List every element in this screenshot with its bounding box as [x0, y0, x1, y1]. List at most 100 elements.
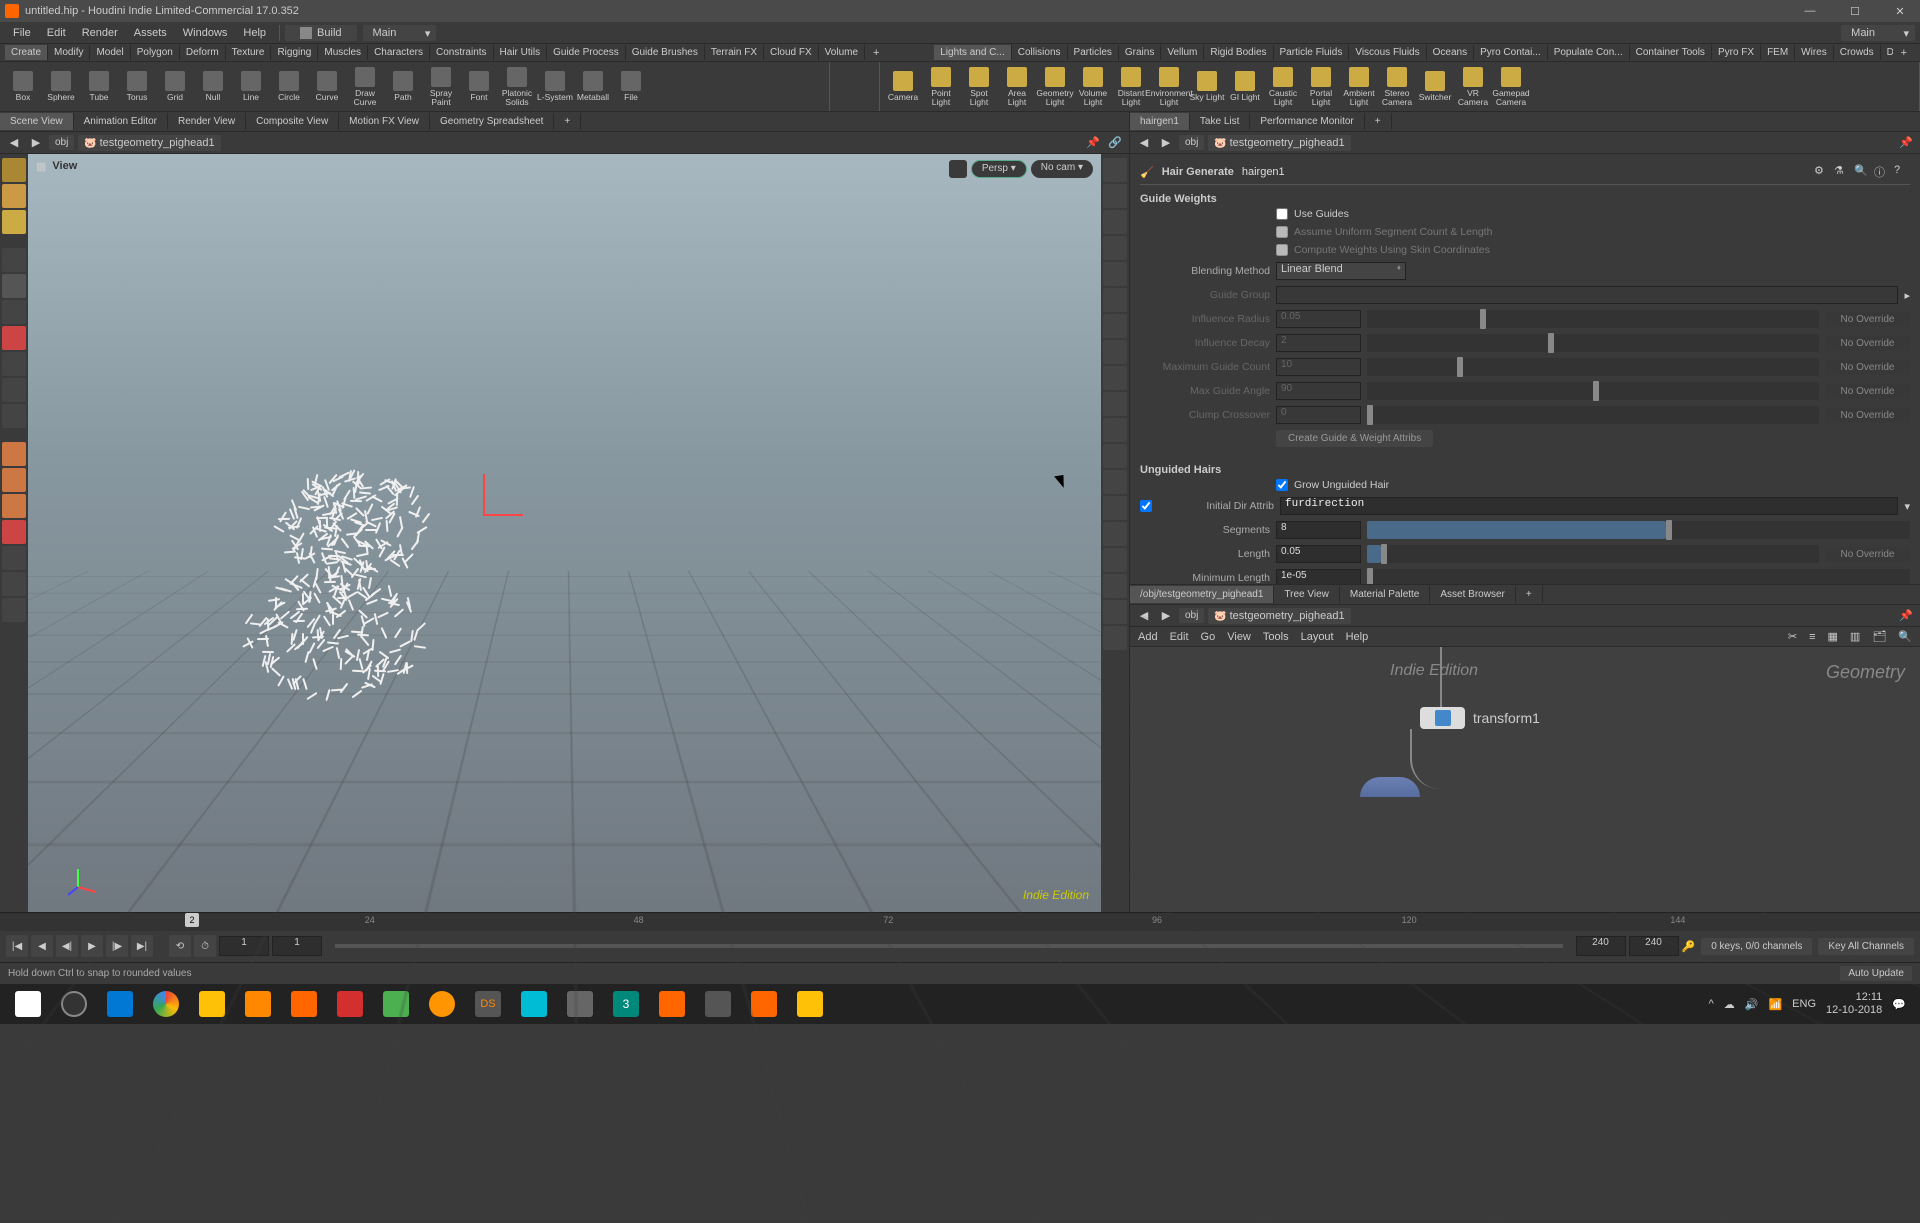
- net-tool-4[interactable]: ▥: [1850, 630, 1860, 643]
- node-body[interactable]: [1420, 707, 1465, 729]
- net-menu-layout[interactable]: Layout: [1301, 631, 1334, 643]
- shelf-tab[interactable]: Create: [5, 45, 48, 60]
- shelf-tab[interactable]: FEM: [1761, 45, 1795, 60]
- shelf-tool[interactable]: Torus: [118, 64, 156, 110]
- filter-icon[interactable]: ⚗: [1834, 164, 1850, 180]
- grow-checkbox[interactable]: [1276, 479, 1288, 491]
- close-button[interactable]: ✕: [1885, 2, 1915, 20]
- shelf-tab[interactable]: Wires: [1795, 45, 1834, 60]
- disp-15[interactable]: [1103, 522, 1127, 546]
- disp-2[interactable]: [1103, 184, 1127, 208]
- shelf-tool[interactable]: Camera: [884, 64, 922, 110]
- shelf-tool[interactable]: GI Light: [1226, 64, 1264, 110]
- network-canvas[interactable]: Indie Edition Geometry transform1: [1130, 647, 1920, 912]
- shelf-tool[interactable]: Circle: [270, 64, 308, 110]
- shelf-tool[interactable]: Spray Paint: [422, 64, 460, 110]
- shelf-tab[interactable]: Volume: [819, 45, 865, 60]
- search-icon[interactable]: 🔍: [1854, 164, 1870, 180]
- shelf-tab[interactable]: Drive Simula...: [1881, 45, 1893, 60]
- param-path-obj[interactable]: obj: [1179, 135, 1204, 150]
- disp-11[interactable]: [1103, 418, 1127, 442]
- disp-4[interactable]: [1103, 236, 1127, 260]
- disp-7[interactable]: [1103, 314, 1127, 338]
- shelf-add-left[interactable]: +: [865, 45, 887, 61]
- main-dropdown-right[interactable]: Main: [1841, 25, 1915, 41]
- tool-3[interactable]: [2, 210, 26, 234]
- shelf-tool[interactable]: L-System: [536, 64, 574, 110]
- pin-icon[interactable]: 📌: [1084, 134, 1102, 152]
- shelf-tool[interactable]: Tube: [80, 64, 118, 110]
- shelf-tool[interactable]: Line: [232, 64, 270, 110]
- segments-input[interactable]: 8: [1276, 521, 1361, 539]
- min-length-slider[interactable]: [1367, 569, 1910, 584]
- menu-edit[interactable]: Edit: [39, 25, 74, 41]
- param-nav-back[interactable]: ◀: [1135, 134, 1153, 152]
- shelf-tab[interactable]: Grains: [1119, 45, 1161, 60]
- shelf-tab[interactable]: Pyro FX: [1712, 45, 1761, 60]
- tab-anim-editor[interactable]: Animation Editor: [74, 113, 168, 130]
- arrow-tool[interactable]: [2, 248, 26, 272]
- net-menu-help[interactable]: Help: [1346, 631, 1369, 643]
- shelf-tab[interactable]: Rigid Bodies: [1204, 45, 1273, 60]
- shelf-tab[interactable]: Rigging: [271, 45, 318, 60]
- tab-perfmon[interactable]: Performance Monitor: [1250, 113, 1364, 130]
- shelf-tab[interactable]: Container Tools: [1630, 45, 1712, 60]
- shelf-tab[interactable]: Particle Fluids: [1274, 45, 1350, 60]
- disp-9[interactable]: [1103, 366, 1127, 390]
- shelf-tool[interactable]: Environment Light: [1150, 64, 1188, 110]
- initial-dir-picker[interactable]: ▾: [1904, 500, 1910, 513]
- shelf-tool[interactable]: Font: [460, 64, 498, 110]
- path-node[interactable]: 🐷 testgeometry_pighead1: [78, 135, 220, 151]
- help-icon[interactable]: ?: [1894, 164, 1910, 180]
- shelf-tool[interactable]: Grid: [156, 64, 194, 110]
- param-pin[interactable]: 📌: [1897, 134, 1915, 152]
- maximize-button[interactable]: ☐: [1840, 2, 1870, 20]
- net-menu-tools[interactable]: Tools: [1263, 631, 1289, 643]
- tab-hairgen[interactable]: hairgen1: [1130, 113, 1190, 130]
- shelf-tab[interactable]: Collisions: [1012, 45, 1068, 60]
- frame-marker[interactable]: 2: [185, 913, 199, 927]
- network-node-transform1[interactable]: transform1: [1420, 707, 1540, 729]
- shelf-tab[interactable]: Guide Brushes: [626, 45, 705, 60]
- shelf-tool[interactable]: Ambient Light: [1340, 64, 1378, 110]
- shelf-tool[interactable]: Switcher: [1416, 64, 1454, 110]
- segments-slider[interactable]: [1367, 521, 1910, 539]
- net-tab-material[interactable]: Material Palette: [1340, 586, 1430, 603]
- shelf-tool[interactable]: Curve: [308, 64, 346, 110]
- disp-14[interactable]: [1103, 496, 1127, 520]
- shelf-tool[interactable]: Geometry Light: [1036, 64, 1074, 110]
- disp-5[interactable]: [1103, 262, 1127, 286]
- tab-geo-spreadsheet[interactable]: Geometry Spreadsheet: [430, 113, 554, 130]
- disp-13[interactable]: [1103, 470, 1127, 494]
- shelf-tool[interactable]: Platonic Solids: [498, 64, 536, 110]
- disp-12[interactable]: [1103, 444, 1127, 468]
- shelf-tool[interactable]: Gamepad Camera: [1492, 64, 1530, 110]
- tab-composite[interactable]: Composite View: [246, 113, 339, 130]
- shelf-tab[interactable]: Pyro Contai...: [1474, 45, 1548, 60]
- brush-4[interactable]: [2, 520, 26, 544]
- tab-takelist[interactable]: Take List: [1190, 113, 1250, 130]
- disp-3[interactable]: [1103, 210, 1127, 234]
- length-input[interactable]: 0.05: [1276, 545, 1361, 563]
- net-path-node[interactable]: 🐷 testgeometry_pighead1: [1208, 608, 1350, 624]
- camera-nocam[interactable]: No cam ▾: [1031, 160, 1093, 178]
- shelf-tab[interactable]: Characters: [368, 45, 430, 60]
- tab-motion-fx[interactable]: Motion FX View: [339, 113, 430, 130]
- tab-scene-view[interactable]: Scene View: [0, 113, 74, 130]
- guidegroup-picker[interactable]: ▸: [1904, 289, 1910, 302]
- net-tool-3[interactable]: ▦: [1828, 630, 1838, 643]
- brush-3[interactable]: [2, 494, 26, 518]
- shelf-tab[interactable]: Populate Con...: [1548, 45, 1630, 60]
- shelf-tool[interactable]: Portal Light: [1302, 64, 1340, 110]
- lock-icon[interactable]: [949, 160, 967, 178]
- select-tool[interactable]: [2, 158, 26, 182]
- net-tool-1[interactable]: ✂: [1788, 630, 1797, 643]
- shelf-tab[interactable]: Vellum: [1161, 45, 1204, 60]
- create-attribs-button[interactable]: Create Guide & Weight Attribs: [1276, 430, 1433, 447]
- net-tool-6[interactable]: 🔍: [1898, 630, 1912, 643]
- shelf-tool[interactable]: Draw Curve: [346, 64, 384, 110]
- gear-icon[interactable]: ⚙: [1814, 164, 1830, 180]
- initial-dir-checkbox[interactable]: [1140, 500, 1152, 512]
- tab-render-view[interactable]: Render View: [168, 113, 246, 130]
- desktop-selector[interactable]: Build: [285, 25, 356, 41]
